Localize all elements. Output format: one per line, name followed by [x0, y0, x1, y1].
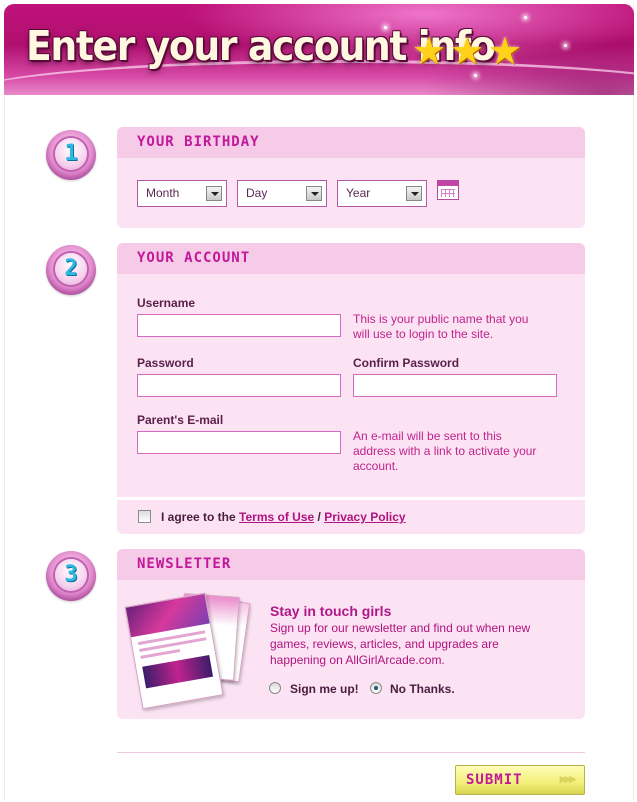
star-icon: ★ [488, 31, 523, 73]
password-field[interactable] [137, 374, 341, 397]
agree-prefix: I agree to the [161, 510, 236, 524]
sparkle [474, 74, 477, 77]
hint-line: will use to login to the site. [353, 327, 494, 341]
terms-of-use-link[interactable]: Terms of Use [239, 510, 314, 524]
birthday-panel: Your Birthday Month Day Year [117, 127, 585, 228]
agree-text: I agree to the Terms of Use / Privacy Po… [161, 510, 406, 524]
account-heading: Your Account [117, 243, 585, 274]
paper-front [124, 592, 224, 710]
chevron-down-icon[interactable] [406, 186, 422, 201]
submit-label: SUBMIT [466, 772, 523, 788]
sparkle [564, 44, 567, 47]
newsletter-body: Sign up for our newsletter and find out … [270, 620, 560, 668]
day-value: Day [246, 186, 268, 200]
arrow-right-icon: ▶▶▶ [559, 772, 578, 787]
day-select[interactable]: Day [237, 180, 327, 207]
newsletter-panel: Newsletter Stay in touch girls Sign up f… [117, 549, 585, 719]
hint-line: This is your public name that you [353, 312, 529, 326]
chevron-down-icon[interactable] [206, 186, 222, 201]
hint-line: account. [353, 459, 399, 473]
month-select[interactable]: Month [137, 180, 227, 207]
username-label: Username [137, 296, 196, 310]
chevron-down-icon[interactable] [306, 186, 322, 201]
password-label: Password [137, 356, 194, 370]
username-field[interactable] [137, 314, 341, 337]
body-line: games, reviews, articles, and upgrades a… [270, 637, 499, 651]
privacy-policy-link[interactable]: Privacy Policy [324, 510, 405, 524]
step-number: 2 [55, 253, 87, 285]
star-icon: ★ [412, 31, 447, 73]
sparkle [524, 16, 527, 19]
step-1-badge: 1 [46, 130, 96, 180]
newsletter-heading: Newsletter [117, 549, 585, 580]
paper-image [142, 654, 214, 689]
divider [117, 497, 585, 500]
hint-line: An e-mail will be sent to this [353, 429, 502, 443]
month-value: Month [146, 186, 180, 200]
parent-email-label: Parent's E-mail [137, 413, 224, 427]
step-number: 3 [55, 559, 87, 591]
footer-divider [117, 752, 585, 753]
step-3-badge: 3 [46, 551, 96, 601]
body-line: happening on AllGirlArcade.com. [270, 653, 445, 667]
submit-button[interactable]: SUBMIT ▶▶▶ [455, 765, 585, 795]
page-header: Enter your account info ★ ★ ★ [4, 4, 634, 95]
email-hint: An e-mail will be sent to this address w… [353, 429, 536, 474]
no-thanks-label[interactable]: No Thanks. [390, 682, 455, 696]
parent-email-field[interactable] [137, 431, 341, 454]
rating-stars: ★ ★ ★ [412, 31, 524, 73]
newsletter-title: Stay in touch girls [270, 603, 392, 619]
hint-line: address with a link to activate your [353, 444, 537, 458]
no-thanks-radio[interactable] [370, 682, 382, 694]
confirm-password-label: Confirm Password [353, 356, 460, 370]
newsletter-preview-image [124, 592, 257, 711]
body-line: Sign up for our newsletter and find out … [270, 621, 531, 635]
sign-me-up-label[interactable]: Sign me up! [290, 682, 359, 696]
step-number: 1 [55, 138, 87, 170]
agree-checkbox[interactable] [138, 510, 151, 523]
confirm-password-field[interactable] [353, 374, 557, 397]
year-value: Year [346, 186, 371, 200]
step-2-badge: 2 [46, 245, 96, 295]
year-select[interactable]: Year [337, 180, 427, 207]
sign-me-up-radio[interactable] [269, 682, 281, 694]
username-hint: This is your public name that you will u… [353, 312, 528, 342]
calendar-icon[interactable] [437, 180, 459, 200]
star-icon: ★ [450, 31, 485, 73]
birthday-heading: Your Birthday [117, 127, 585, 158]
link-separator: / [317, 510, 321, 524]
account-panel: Your Account Username This is your publi… [117, 243, 585, 534]
